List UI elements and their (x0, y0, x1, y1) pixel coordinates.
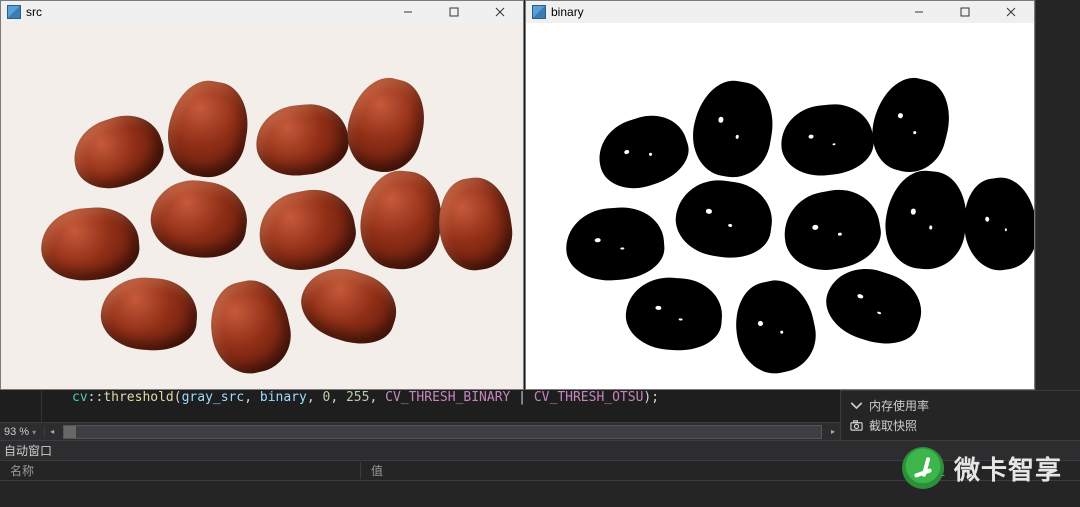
image-view-src (1, 23, 523, 389)
scroll-right-button[interactable]: ▸ (826, 425, 840, 439)
autos-tab[interactable]: 自动窗口 (0, 441, 1080, 461)
jujube-blob (433, 173, 517, 274)
chevron-down-icon (849, 398, 863, 412)
maximize-button[interactable] (431, 1, 477, 23)
scrollbar-thumb[interactable] (64, 426, 76, 438)
jujube-blob (99, 275, 200, 354)
binary-blob (671, 175, 777, 264)
binary-blob (778, 100, 877, 179)
editor-gutter (0, 390, 42, 422)
binary-blob (881, 167, 971, 273)
binary-blob (624, 275, 725, 354)
jujube-blob (356, 167, 446, 273)
memory-usage-label: 内存使用率 (869, 397, 929, 414)
autos-window[interactable]: 自动窗口 名称 值 类型 (0, 440, 1080, 507)
binary-blob (727, 274, 822, 380)
autos-tab-label: 自动窗口 (4, 442, 52, 459)
column-name[interactable]: 名称 (0, 462, 360, 479)
zoom-value: 93 % (4, 426, 29, 438)
camera-icon (849, 418, 863, 432)
memory-usage-row[interactable]: 内存使用率 (849, 395, 1072, 415)
app-icon (7, 5, 21, 19)
chevron-down-icon: ▾ (29, 428, 36, 437)
window-binary[interactable]: binary (525, 0, 1035, 390)
app-icon (532, 5, 546, 19)
jujube-blob (253, 100, 352, 179)
binary-blob (818, 258, 931, 354)
jujube-blob (339, 70, 434, 179)
titlebar-src[interactable]: src (1, 1, 523, 23)
jujube-blob (65, 106, 172, 198)
window-title-src: src (26, 5, 42, 19)
ide-right-strip (1035, 0, 1080, 390)
take-snapshot-row[interactable]: 截取快照 (849, 415, 1072, 435)
binary-blob (778, 183, 886, 276)
editor-status-row: 93 %▾ ◂ ▸ (0, 422, 840, 440)
maximize-button[interactable] (942, 1, 988, 23)
column-value[interactable]: 值 (360, 462, 910, 479)
window-src[interactable]: src (0, 0, 524, 390)
jujube-blob (202, 274, 297, 380)
binary-blob (958, 173, 1034, 274)
binary-blob (564, 205, 667, 284)
jujube-blob (293, 258, 406, 354)
scroll-left-button[interactable]: ◂ (45, 425, 59, 439)
autos-columns-header: 名称 值 类型 (0, 461, 1080, 481)
minimize-button[interactable] (896, 1, 942, 23)
zoom-level[interactable]: 93 %▾ (0, 426, 45, 438)
minimize-button[interactable] (385, 1, 431, 23)
jujube-blob (39, 205, 142, 284)
jujube-blob (161, 75, 254, 183)
close-button[interactable] (988, 1, 1034, 23)
column-type[interactable]: 类型 (910, 462, 1080, 479)
binary-blob (686, 75, 779, 183)
horizontal-scrollbar[interactable] (63, 425, 822, 439)
jujube-blob (253, 183, 361, 276)
binary-blob (864, 70, 959, 179)
image-view-binary (526, 23, 1034, 389)
jujube-blob (146, 175, 252, 264)
close-button[interactable] (477, 1, 523, 23)
binary-blob (590, 106, 697, 198)
take-snapshot-label: 截取快照 (869, 417, 917, 434)
titlebar-binary[interactable]: binary (526, 1, 1034, 23)
window-title-binary: binary (551, 5, 584, 19)
code-line: cv::threshold(gray_src, binary, 0, 255, … (42, 390, 659, 406)
